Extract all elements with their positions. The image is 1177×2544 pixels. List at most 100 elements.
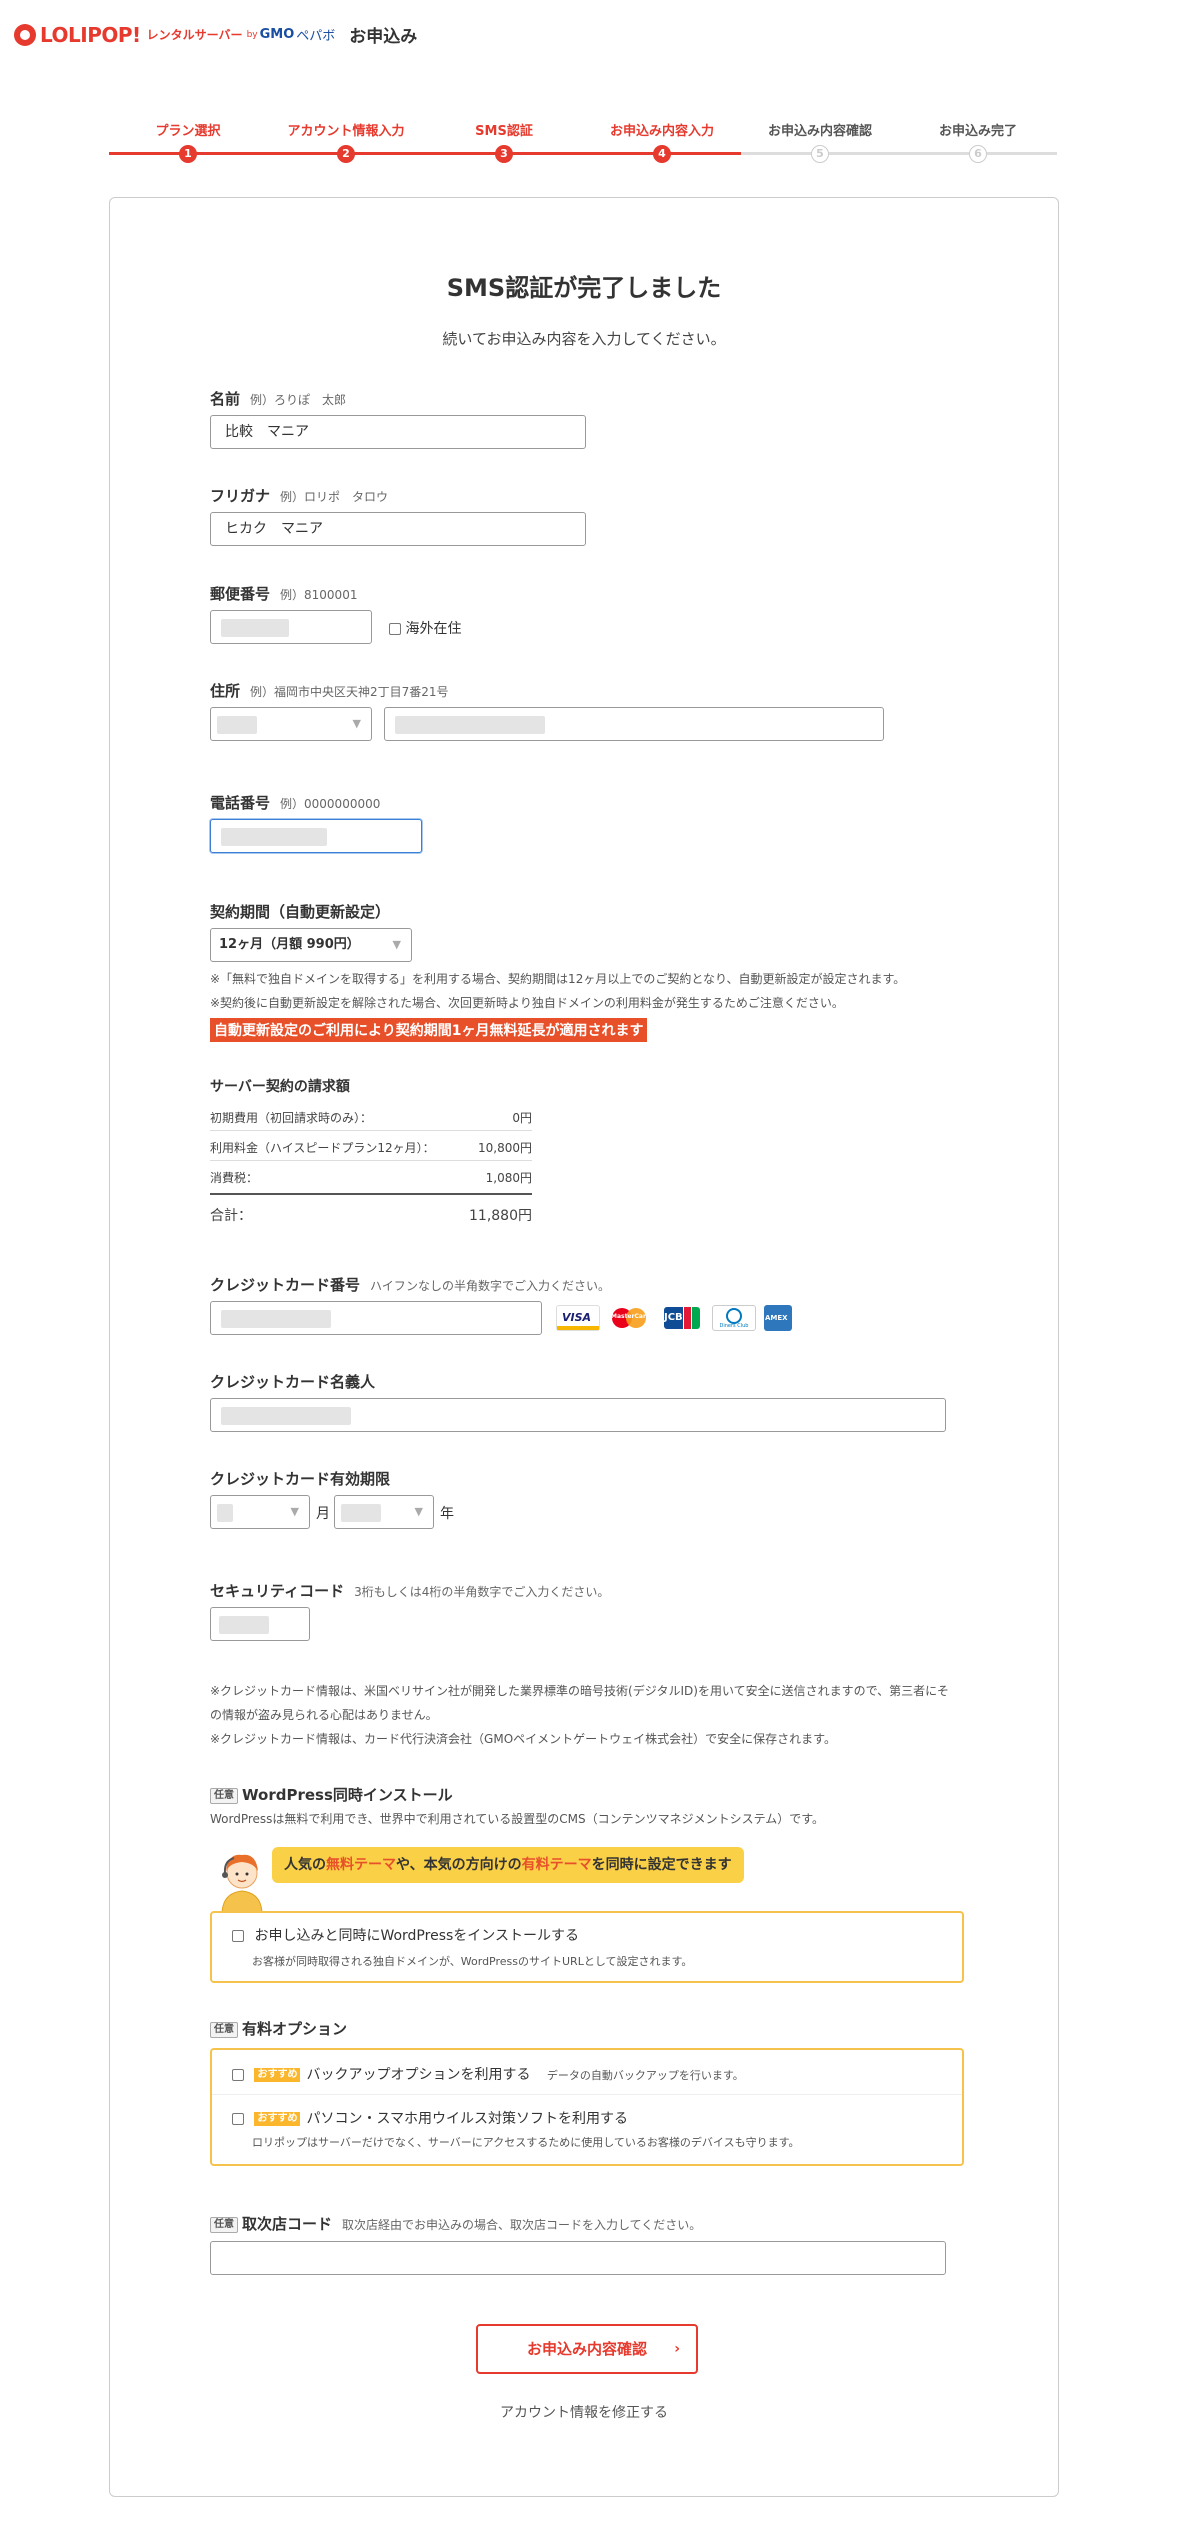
paid-options-title-text: 有料オプション: [242, 2020, 348, 2038]
antivirus-option-checkbox[interactable]: おすすめ パソコン・スマホ用ウイルス対策ソフトを利用する: [232, 2108, 628, 2128]
optional-badge: 任意: [210, 2021, 238, 2038]
wordpress-install-box: お申し込みと同時にWordPressをインストールする お客様が同時取得される独…: [210, 1911, 964, 1983]
redacted-value: [217, 1504, 233, 1522]
visa-text: VISA: [562, 1311, 592, 1324]
wordpress-install-sub: お客様が同時取得される独自ドメインが、WordPressのサイトURLとして設定…: [252, 1955, 693, 1968]
option-divider: [212, 2094, 962, 2095]
kana-label-text: フリガナ: [210, 487, 271, 505]
zip-field[interactable]: [210, 610, 372, 644]
diners-club-text: Diners Club: [719, 1323, 749, 1329]
name-label: 名前 例）ろりぽ 太郎: [210, 388, 346, 409]
billing-row-label: 利用料金（ハイスピードプラン12ヶ月）：: [210, 1141, 435, 1155]
backup-option-checkbox-box[interactable]: [232, 2069, 244, 2081]
page-title: お申込み: [349, 27, 418, 47]
security-code-field[interactable]: [210, 1607, 310, 1641]
billing-total-row: 合計： 11,880円: [210, 1193, 532, 1224]
name-label-text: 名前: [210, 390, 241, 408]
diners-club-icon: Diners Club: [712, 1305, 756, 1331]
wordpress-install-checkbox-box[interactable]: [232, 1930, 244, 1942]
prefecture-select[interactable]: ▼: [210, 707, 372, 741]
edit-account-link[interactable]: アカウント情報を修正する: [110, 2402, 1058, 2422]
redacted-value: [219, 1616, 269, 1634]
overseas-checkbox[interactable]: 海外在住: [389, 618, 461, 638]
optional-badge: 任意: [210, 1787, 238, 1804]
confirm-application-button[interactable]: お申込み内容確認 ›: [476, 2324, 698, 2374]
redacted-value: [221, 1407, 351, 1425]
billing-row: 消費税： 1,080円: [210, 1161, 532, 1191]
step-label: お申込み完了: [938, 124, 1017, 139]
name-field-value: 比較 マニア: [225, 424, 309, 440]
billing-row-value: 10,800円: [478, 1141, 532, 1155]
step-number: 4: [653, 145, 671, 163]
main-subtitle: 続いてお申込み内容を入力してください。: [442, 330, 726, 348]
visa-stripe: [557, 1326, 599, 1330]
backup-option-desc: データの自動バックアップを行います。: [546, 2069, 744, 2082]
zip-label: 郵便番号 例）8100001: [210, 583, 357, 604]
optional-badge: 任意: [210, 2216, 238, 2233]
card-holder-field[interactable]: [210, 1398, 946, 1432]
card-number-label: クレジットカード番号 ハイフンなしの半角数字でご入力ください。: [210, 1274, 610, 1295]
jcb-stripe-red: [683, 1307, 692, 1329]
backup-option-checkbox[interactable]: おすすめ バックアップオプションを利用する データの自動バックアップを行います。: [232, 2064, 744, 2084]
address-example: 例）福岡市中央区天神2丁目7番21号: [250, 685, 449, 699]
phone-label-text: 電話番号: [210, 794, 271, 812]
step-application-input: お申込み内容入力 4: [583, 112, 741, 168]
mastercard-icon: MasterCard: [608, 1305, 652, 1331]
expiry-year-select[interactable]: ▼: [334, 1495, 434, 1529]
support-mascot-icon: [214, 1843, 270, 1916]
address-field[interactable]: [384, 707, 884, 741]
main-title: SMS認証が完了しました: [446, 274, 722, 302]
chevron-down-icon: ▼: [392, 938, 401, 951]
overseas-checkbox-label: 海外在住: [405, 621, 462, 637]
step-number: 1: [179, 145, 197, 163]
redacted-value: [395, 716, 545, 734]
paid-options-title: 任意 有料オプション: [210, 2018, 347, 2039]
redacted-value: [221, 828, 327, 846]
antivirus-option-checkbox-box[interactable]: [232, 2113, 244, 2125]
application-form-card: SMS認証が完了しました 続いてお申込み内容を入力してください。 名前 例）ろりぽ…: [109, 197, 1059, 2497]
amex-icon: AMEX: [764, 1305, 792, 1331]
contract-period-select[interactable]: 12ヶ月（月額 990円） ▼: [210, 928, 412, 962]
agency-code-field[interactable]: [210, 2241, 946, 2275]
zip-example: 例）8100001: [280, 588, 358, 602]
step-label: お申込み内容入力: [609, 124, 714, 139]
address-label-text: 住所: [210, 682, 241, 700]
redacted-value: [217, 716, 257, 734]
wordpress-install-checkbox[interactable]: お申し込みと同時にWordPressをインストールする: [232, 1925, 579, 1945]
card-number-field[interactable]: [210, 1301, 542, 1335]
security-code-label: セキュリティコード 3桁もしくは4桁の半角数字でご入力ください。: [210, 1580, 609, 1601]
bubble-text-3: を同時に設定できます: [591, 1857, 732, 1873]
kana-field[interactable]: ヒカク マニア: [210, 512, 586, 546]
wordpress-description: WordPressは無料で利用でき、世界中で利用されている設置型のCMS（コンテ…: [210, 1812, 825, 1826]
amex-text: AMEX: [765, 1314, 788, 1322]
chevron-down-icon: ▼: [352, 717, 361, 730]
billing-row-value: 1,080円: [485, 1171, 532, 1185]
jcb-icon: JCB: [660, 1305, 704, 1331]
paid-options-box: おすすめ バックアップオプションを利用する データの自動バックアップを行います。 …: [210, 2048, 964, 2166]
kana-label: フリガナ 例）ロリポ タロウ: [210, 485, 388, 506]
card-expiry-label: クレジットカード有効期限: [210, 1470, 391, 1488]
card-number-label-text: クレジットカード番号: [210, 1276, 361, 1294]
redacted-value: [341, 1504, 381, 1522]
agency-code-example: 取次店経由でお申込みの場合、取次店コードを入力してください。: [342, 2218, 702, 2232]
billing-row-label: 消費税：: [210, 1171, 259, 1185]
overseas-checkbox-box[interactable]: [389, 623, 401, 635]
antivirus-option-sub: ロリポップはサーバーだけでなく、サーバーにアクセスするために使用しているお客様の…: [252, 2136, 800, 2149]
lolipop-logo-icon: [14, 23, 36, 46]
expiry-year-unit: 年: [440, 1506, 454, 1522]
chevron-down-icon: ▼: [290, 1505, 299, 1518]
recommended-badge: おすすめ: [254, 2068, 301, 2082]
phone-field[interactable]: [210, 819, 422, 853]
lolipop-logo[interactable]: LOLIPOP! レンタルサーバー by GMO ペパボ お申込み: [14, 22, 417, 47]
security-code-example: 3桁もしくは4桁の半角数字でご入力ください。: [354, 1585, 610, 1599]
expiry-month-select[interactable]: ▼: [210, 1495, 310, 1529]
step-application-complete: お申込み完了 6: [899, 112, 1057, 168]
step-number: 5: [811, 145, 829, 163]
name-field[interactable]: 比較 マニア: [210, 415, 586, 449]
step-label: プラン選択: [155, 124, 221, 139]
card-number-example: ハイフンなしの半角数字でご入力ください。: [370, 1279, 611, 1293]
billing-row: 利用料金（ハイスピードプラン12ヶ月）： 10,800円: [210, 1131, 532, 1161]
wordpress-install-label: お申し込みと同時にWordPressをインストールする: [254, 1928, 580, 1944]
zip-label-text: 郵便番号: [210, 585, 271, 603]
chevron-down-icon: ▼: [414, 1505, 423, 1518]
